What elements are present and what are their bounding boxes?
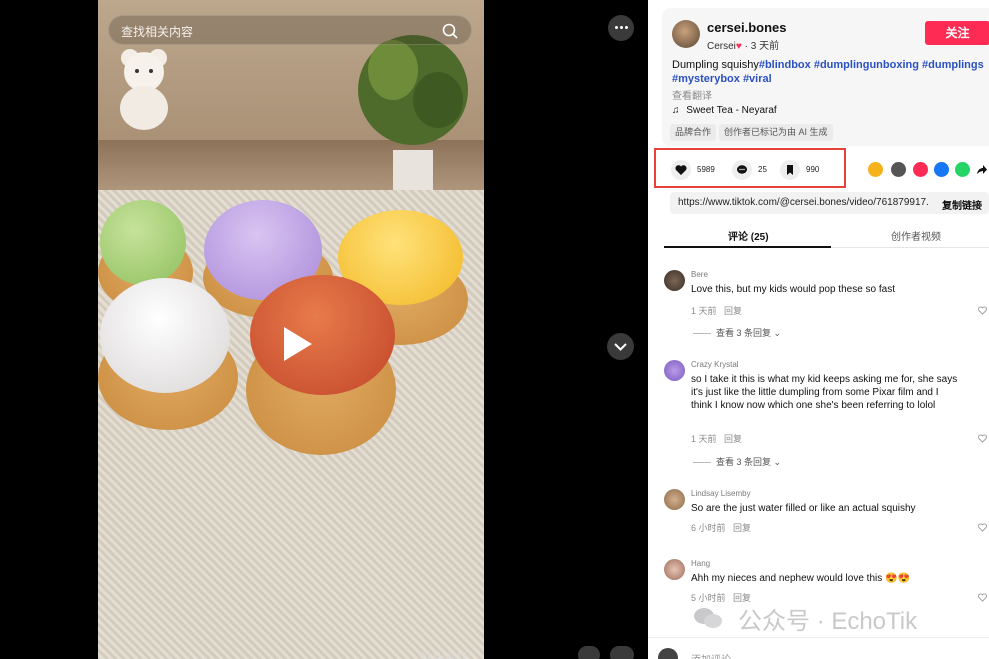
share-arrow-icon[interactable] xyxy=(976,164,988,176)
post-time: · 3 天前 xyxy=(744,41,780,52)
comment-meta: 1 天前 回复 xyxy=(691,434,743,444)
facebook-icon[interactable] xyxy=(934,162,949,177)
my-avatar xyxy=(658,648,678,659)
comment-count: 25 xyxy=(758,165,767,174)
send-icon[interactable] xyxy=(913,162,928,177)
label-chip: 创作者已标记为由 AI 生成 xyxy=(719,124,833,141)
engagement-stats: 5989 25 990 xyxy=(654,148,846,188)
search-bar[interactable]: 查找相关内容 xyxy=(108,15,472,45)
comment-like-icon[interactable] xyxy=(978,593,987,602)
follow-button[interactable]: 关注 xyxy=(925,21,989,45)
search-icon[interactable] xyxy=(441,22,459,40)
comment-tabs: 评论 (25) 创作者视频 xyxy=(664,222,989,248)
commenter-name[interactable]: Hang xyxy=(691,559,710,568)
pip-button[interactable] xyxy=(578,646,600,659)
wechat-logo-icon xyxy=(694,608,722,628)
reply-button[interactable]: 回复 xyxy=(724,434,742,444)
view-replies-button[interactable]: 查看 3 条回复 ⌄ xyxy=(693,455,781,468)
dumpling-clear xyxy=(100,278,230,393)
comment-icon xyxy=(737,165,747,174)
comment-text: so I take it this is what my kid keeps a… xyxy=(691,374,958,411)
comment-meta: 6 小时前 回复 xyxy=(691,523,752,533)
commenter-avatar[interactable] xyxy=(664,489,685,510)
more-dots-icon xyxy=(615,26,618,29)
detail-panel: cersei.bones Cersei♥ · 3 天前 关注 Dumpling … xyxy=(648,0,989,659)
heart-icon xyxy=(675,165,687,175)
video-url[interactable]: https://www.tiktok.com/@cersei.bones/vid… xyxy=(678,197,928,208)
author-username[interactable]: cersei.bones xyxy=(707,20,787,35)
post-info-card: cersei.bones Cersei♥ · 3 天前 关注 Dumpling … xyxy=(662,8,989,146)
post-labels: 品牌合作 创作者已标记为由 AI 生成 xyxy=(670,122,836,141)
commenter-name[interactable]: Crazy Krystal xyxy=(691,360,739,369)
hashtag[interactable]: #mysterybox xyxy=(672,73,740,85)
tab-comments[interactable]: 评论 (25) xyxy=(728,228,769,243)
watermark-text: 公众号 · EchoTik xyxy=(738,608,918,635)
screen: 查找相关内容 00:11/00:15 cersei.bones Cersei♥ … xyxy=(0,0,989,659)
comment-text: Ahh my nieces and nephew would love this… xyxy=(691,573,910,584)
active-tab-indicator xyxy=(664,246,831,248)
comment-like-icon[interactable] xyxy=(978,434,987,443)
next-video-button[interactable] xyxy=(607,333,634,360)
repost-icon[interactable] xyxy=(868,162,883,177)
commenter-avatar[interactable] xyxy=(664,559,685,580)
heart-icon: ♥ xyxy=(735,41,742,52)
video-time: 00:11/00:15 xyxy=(420,651,467,659)
commenter-name[interactable]: Lindsay Lisemby xyxy=(691,489,751,498)
whatsapp-icon[interactable] xyxy=(955,162,970,177)
volume-button[interactable] xyxy=(610,646,634,659)
commenter-avatar[interactable] xyxy=(664,360,685,381)
commenter-avatar[interactable] xyxy=(664,270,685,291)
music-note-icon: ♫ xyxy=(672,105,680,116)
copy-link-button[interactable]: 复制链接 xyxy=(942,197,982,212)
teddy-bear-image xyxy=(120,49,168,130)
comment-text: Love this, but my kids would pop these s… xyxy=(691,284,895,295)
video-link-box: https://www.tiktok.com/@cersei.bones/vid… xyxy=(670,192,989,214)
dumpling-orange xyxy=(250,275,395,395)
comment-like-icon[interactable] xyxy=(978,523,987,532)
author-nickname: Cersei xyxy=(707,41,736,52)
hashtag[interactable]: #dumplings xyxy=(922,59,984,71)
chevron-down-icon xyxy=(614,343,627,351)
more-options-button[interactable] xyxy=(608,15,634,41)
play-button[interactable] xyxy=(276,324,316,364)
comment-like-icon[interactable] xyxy=(978,306,987,315)
view-replies-button[interactable]: 查看 3 条回复 ⌄ xyxy=(693,326,781,339)
reply-button[interactable]: 回复 xyxy=(733,523,751,533)
comment-input[interactable]: 添加评论... xyxy=(691,651,739,659)
dumpling-green xyxy=(100,200,186,285)
hashtag[interactable]: #blindbox xyxy=(759,59,811,71)
translate-link[interactable]: 查看翻译 xyxy=(672,87,712,102)
bookmark-icon xyxy=(787,165,793,175)
commenter-name[interactable]: Bere xyxy=(691,270,708,279)
tab-creator-videos[interactable]: 创作者视频 xyxy=(891,228,941,243)
save-count: 990 xyxy=(806,165,820,174)
label-chip: 品牌合作 xyxy=(670,124,717,141)
author-avatar[interactable] xyxy=(672,20,700,48)
comment-meta: 1 天前 回复 xyxy=(691,306,743,316)
music-link[interactable]: ♫ Sweet Tea - Neyaraf xyxy=(672,105,777,116)
hashtag[interactable]: #viral xyxy=(743,73,772,85)
embed-icon[interactable] xyxy=(891,162,906,177)
play-icon xyxy=(284,327,312,361)
author-subline: Cersei♥ · 3 天前 xyxy=(707,37,779,52)
like-count: 5989 xyxy=(697,165,715,174)
hashtag[interactable]: #dumplingunboxing xyxy=(814,59,919,71)
comment-text: So are the just water filled or like an … xyxy=(691,503,916,514)
post-description: Dumpling squishy#blindbox #dumplingunbox… xyxy=(672,59,984,85)
add-comment-bar[interactable]: 添加评论... xyxy=(648,637,989,659)
plant-image xyxy=(358,35,468,190)
search-placeholder: 查找相关内容 xyxy=(121,25,194,39)
reply-button[interactable]: 回复 xyxy=(724,306,742,316)
